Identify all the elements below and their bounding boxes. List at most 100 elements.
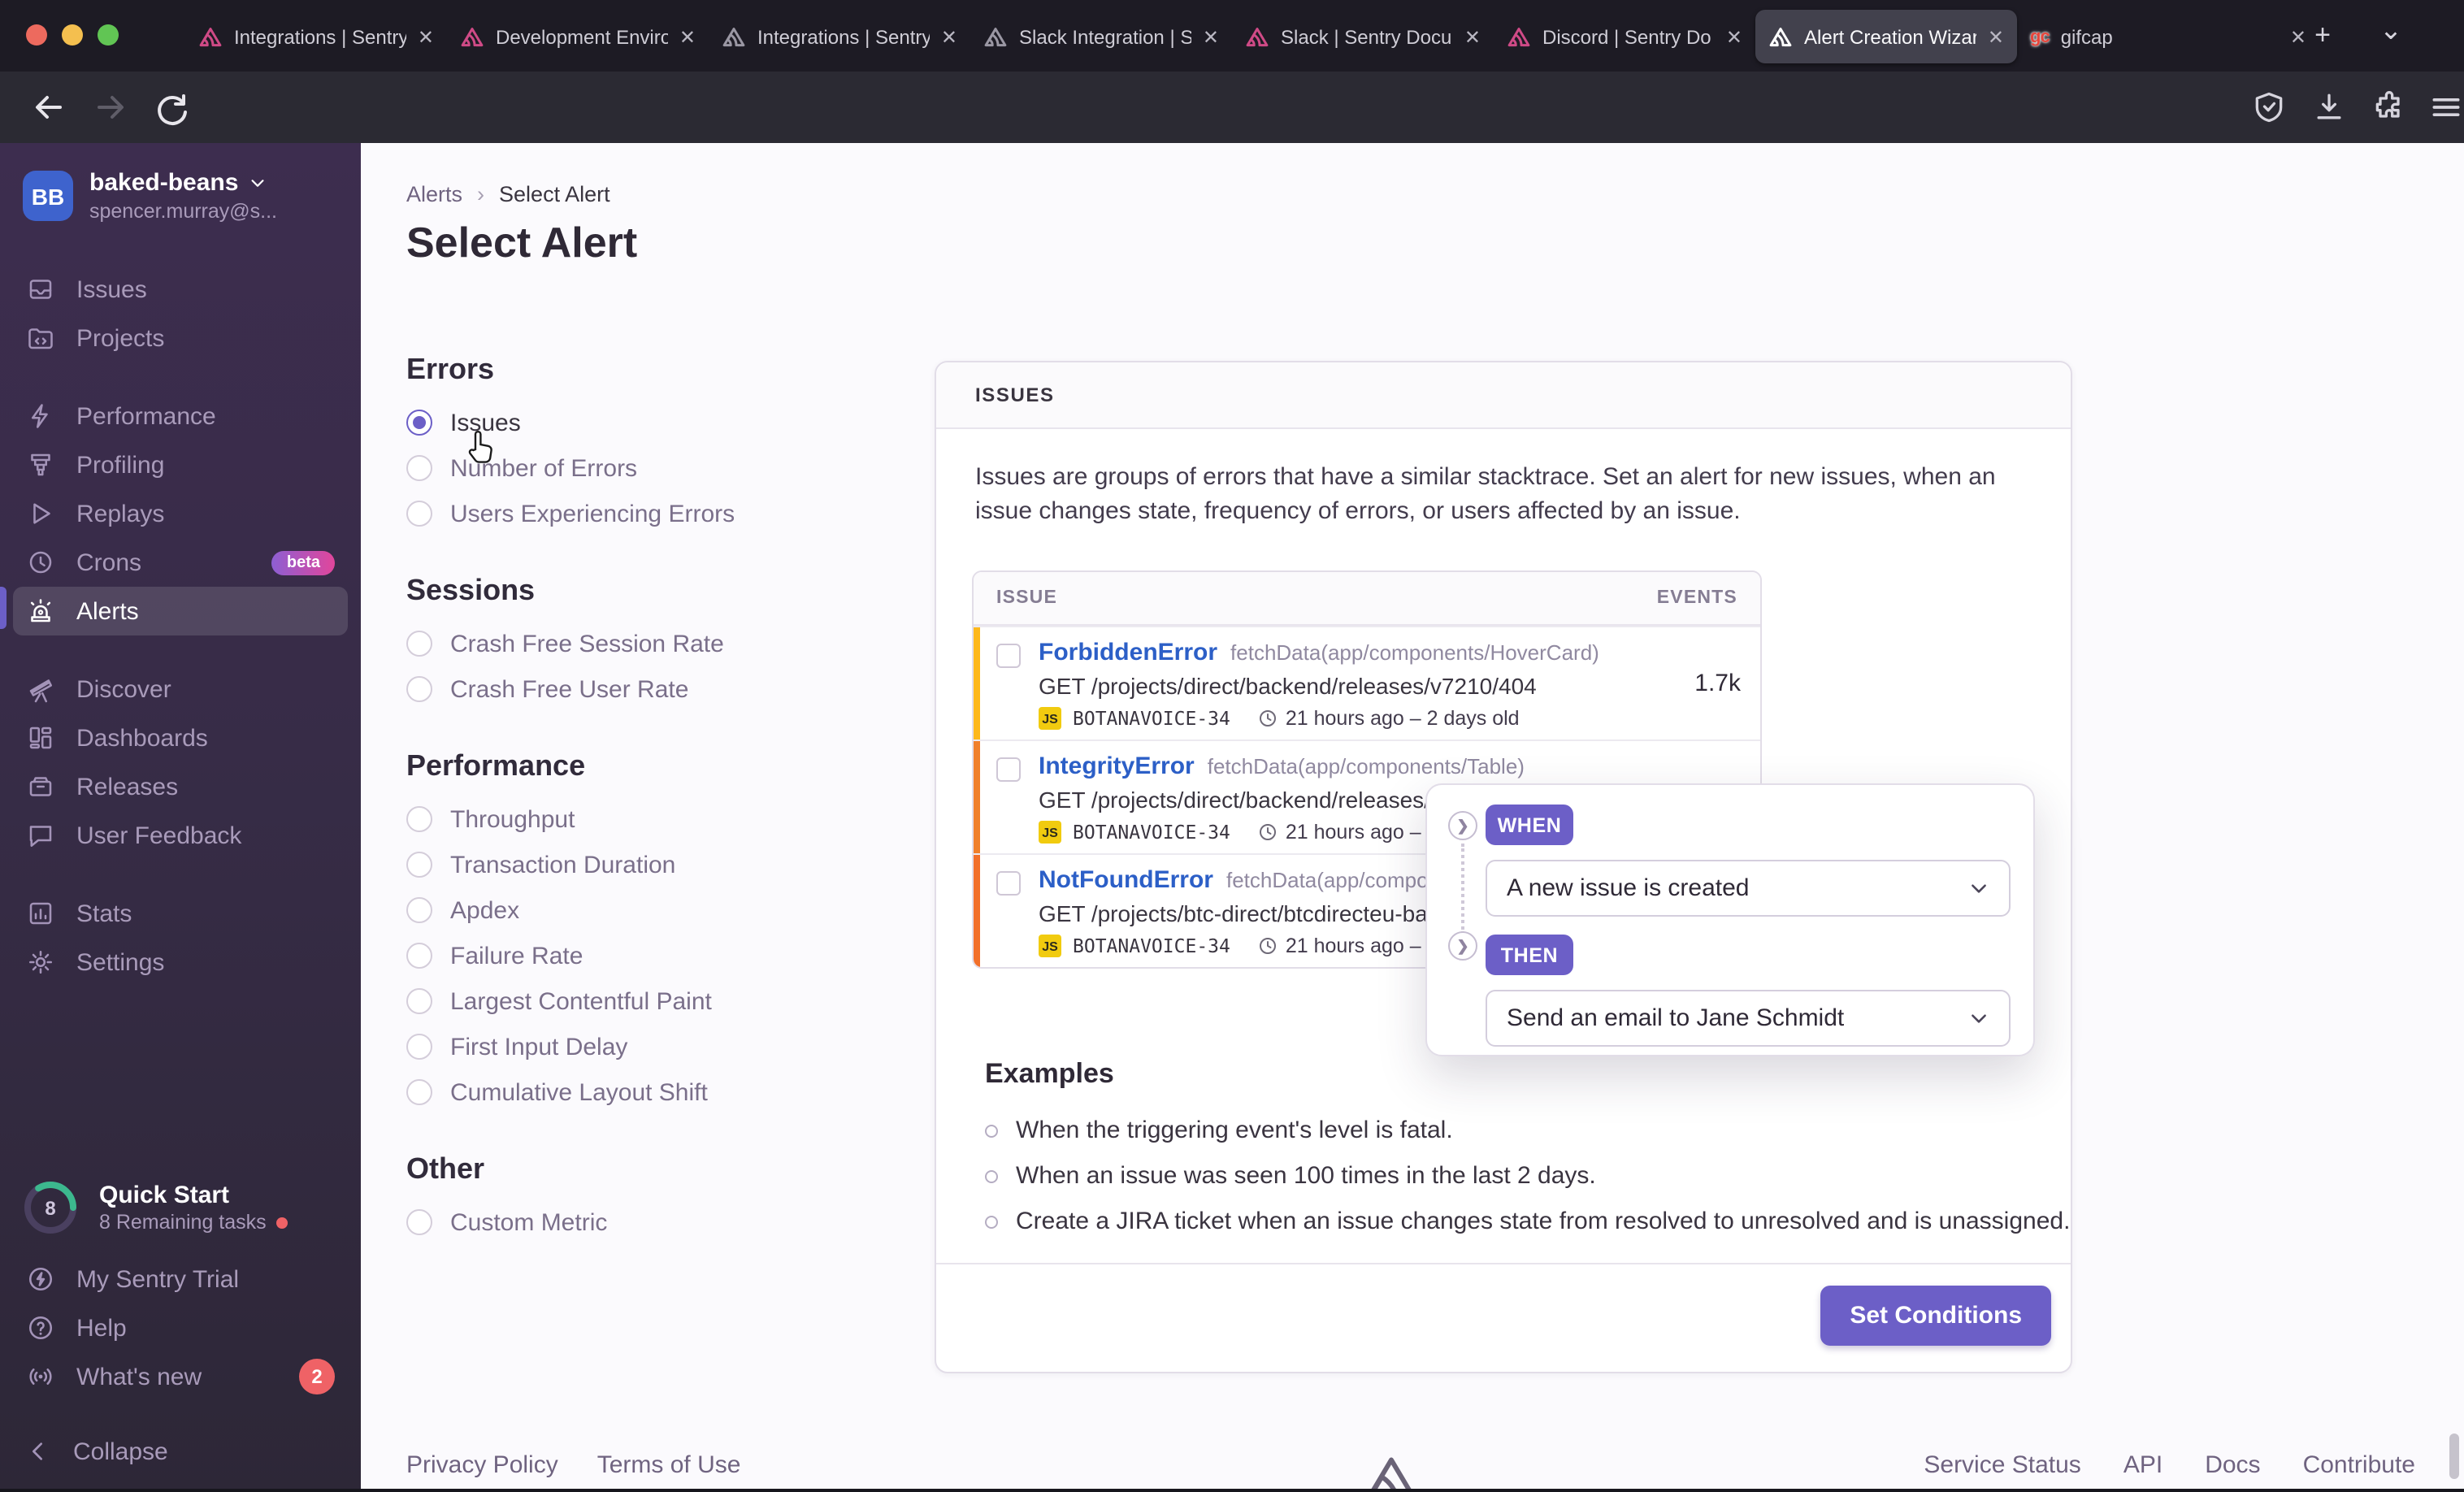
radio-dot[interactable]: [406, 455, 432, 481]
set-conditions-button[interactable]: Set Conditions: [1820, 1286, 2051, 1346]
breadcrumb: Alerts › Select Alert: [406, 182, 610, 206]
org-switcher[interactable]: BB baked-beans spencer.murray@s...: [0, 143, 361, 223]
radio-dot[interactable]: [406, 897, 432, 923]
row-checkbox[interactable]: [996, 871, 1021, 896]
issue-link[interactable]: NotFoundError: [1039, 866, 1213, 894]
list-tabs-button[interactable]: ⌄: [2370, 11, 2412, 50]
sidebar-item-replays[interactable]: Replays: [0, 489, 361, 538]
radio-users-experiencing-errors[interactable]: Users Experiencing Errors: [406, 491, 910, 536]
issue-link[interactable]: ForbiddenError: [1039, 639, 1217, 666]
scrollbar-thumb[interactable]: [2449, 1433, 2459, 1479]
footer-api-link[interactable]: API: [2123, 1451, 2163, 1479]
row-checkbox[interactable]: [996, 757, 1021, 782]
shield-check-icon[interactable]: [2251, 89, 2287, 125]
tab-close-icon[interactable]: ✕: [1464, 25, 1481, 48]
footer-service-status-link[interactable]: Service Status: [1924, 1451, 2080, 1479]
tab-development-env[interactable]: Development Enviro ✕: [447, 10, 709, 63]
table-header: ISSUE EVENTS: [974, 572, 1760, 626]
radio-dot[interactable]: [406, 1079, 432, 1105]
sidebar-collapse-button[interactable]: Collapse: [0, 1427, 361, 1476]
row-checkbox[interactable]: [996, 644, 1021, 668]
sidebar-item-alerts[interactable]: Alerts: [13, 587, 348, 635]
forward-button[interactable]: [91, 88, 130, 127]
tab-slack-integration[interactable]: Slack Integration | S ✕: [970, 10, 1232, 63]
sidebar-item-settings[interactable]: Settings: [0, 938, 361, 987]
sidebar-item-profiling[interactable]: Profiling: [0, 440, 361, 489]
radio-cumulative-layout-shift[interactable]: Cumulative Layout Shift: [406, 1069, 910, 1115]
radio-failure-rate[interactable]: Failure Rate: [406, 933, 910, 978]
menu-icon[interactable]: [2428, 89, 2464, 125]
breadcrumb-alerts[interactable]: Alerts: [406, 182, 462, 206]
sentry-favicon: [1246, 28, 1269, 47]
alert-type-options: Errors Issues Number of Errors Users Exp…: [406, 351, 910, 1245]
radio-dot[interactable]: [406, 1209, 432, 1235]
table-row[interactable]: ForbiddenError fetchData(app/components/H…: [974, 626, 1760, 739]
sidebar-item-help[interactable]: Help: [0, 1303, 361, 1352]
radio-first-input-delay[interactable]: First Input Delay: [406, 1024, 910, 1069]
bar-chart-icon: [29, 902, 52, 925]
radio-custom-metric[interactable]: Custom Metric: [406, 1199, 910, 1245]
radio-dot[interactable]: [406, 943, 432, 969]
quick-start[interactable]: 8 Quick Start 8 Remaining tasks: [0, 1177, 361, 1238]
then-button[interactable]: THEN: [1486, 935, 1573, 975]
reload-button[interactable]: [153, 88, 192, 127]
sidebar-item-projects[interactable]: Projects: [0, 314, 361, 362]
radio-apdex[interactable]: Apdex: [406, 887, 910, 933]
tab-gifcap[interactable]: gc gifcap ✕: [2017, 10, 2319, 63]
downloads-icon[interactable]: [2311, 89, 2347, 125]
radio-dot[interactable]: [406, 676, 432, 702]
tab-alert-creation-wizard[interactable]: Alert Creation Wizar ✕: [1755, 10, 2017, 63]
window-close-button[interactable]: [26, 24, 47, 46]
sidebar-item-whats-new[interactable]: What's new 2: [0, 1352, 361, 1401]
window-minimize-button[interactable]: [62, 24, 83, 46]
radio-dot[interactable]: [406, 988, 432, 1014]
radio-dot[interactable]: [406, 1034, 432, 1060]
tab-integrations-2[interactable]: Integrations | Sentry ✕: [709, 10, 970, 63]
new-tab-button[interactable]: +: [2301, 16, 2344, 55]
radio-crash-free-session-rate[interactable]: Crash Free Session Rate: [406, 621, 910, 666]
dashboard-grid-icon: [29, 726, 52, 749]
radio-dot[interactable]: [406, 852, 432, 878]
tab-integrations-1[interactable]: Integrations | Sentry ✕: [185, 10, 447, 63]
radio-dot[interactable]: [406, 410, 432, 436]
sentry-favicon: [984, 28, 1007, 47]
tab-close-icon[interactable]: ✕: [1203, 25, 1219, 48]
tab-close-icon[interactable]: ✕: [941, 25, 957, 48]
sidebar-item-crons[interactable]: Crons beta: [0, 538, 361, 587]
tab-close-icon[interactable]: ✕: [418, 25, 434, 48]
sidebar-item-discover[interactable]: Discover: [0, 665, 361, 713]
footer-terms-link[interactable]: Terms of Use: [597, 1451, 741, 1479]
radio-dot[interactable]: [406, 806, 432, 832]
tab-close-icon[interactable]: ✕: [1726, 25, 1742, 48]
radio-throughput[interactable]: Throughput: [406, 796, 910, 842]
sidebar-item-trial[interactable]: My Sentry Trial: [0, 1255, 361, 1303]
project-slug: BOTANAVOICE-34: [1073, 707, 1230, 730]
sidebar-item-releases[interactable]: Releases: [0, 762, 361, 811]
tab-close-icon[interactable]: ✕: [679, 25, 696, 48]
footer-docs-link[interactable]: Docs: [2205, 1451, 2260, 1479]
radio-largest-contentful-paint[interactable]: Largest Contentful Paint: [406, 978, 910, 1024]
extensions-icon[interactable]: [2371, 89, 2407, 125]
sidebar-item-performance[interactable]: Performance: [0, 392, 361, 440]
footer-contribute-link[interactable]: Contribute: [2303, 1451, 2415, 1479]
tab-discord-docs[interactable]: Discord | Sentry Do ✕: [1494, 10, 1755, 63]
sidebar-item-stats[interactable]: Stats: [0, 889, 361, 938]
play-icon: [33, 503, 50, 524]
tab-close-icon[interactable]: ✕: [1988, 25, 2004, 48]
radio-dot[interactable]: [406, 501, 432, 527]
issue-link[interactable]: IntegrityError: [1039, 753, 1195, 780]
back-button[interactable]: [29, 88, 68, 127]
footer-privacy-link[interactable]: Privacy Policy: [406, 1451, 558, 1479]
then-action-select[interactable]: Send an email to Jane Schmidt: [1486, 990, 2011, 1047]
when-condition-select[interactable]: A new issue is created: [1486, 860, 2011, 917]
sidebar-item-user-feedback[interactable]: User Feedback: [0, 811, 361, 860]
radio-dot[interactable]: [406, 631, 432, 657]
tab-slack-docs[interactable]: Slack | Sentry Docu ✕: [1232, 10, 1494, 63]
radio-transaction-duration[interactable]: Transaction Duration: [406, 842, 910, 887]
siren-icon: [30, 599, 51, 622]
sidebar-item-dashboards[interactable]: Dashboards: [0, 713, 361, 762]
when-button[interactable]: WHEN: [1486, 805, 1573, 845]
sidebar-item-issues[interactable]: Issues: [0, 265, 361, 314]
window-zoom-button[interactable]: [98, 24, 119, 46]
radio-crash-free-user-rate[interactable]: Crash Free User Rate: [406, 666, 910, 712]
